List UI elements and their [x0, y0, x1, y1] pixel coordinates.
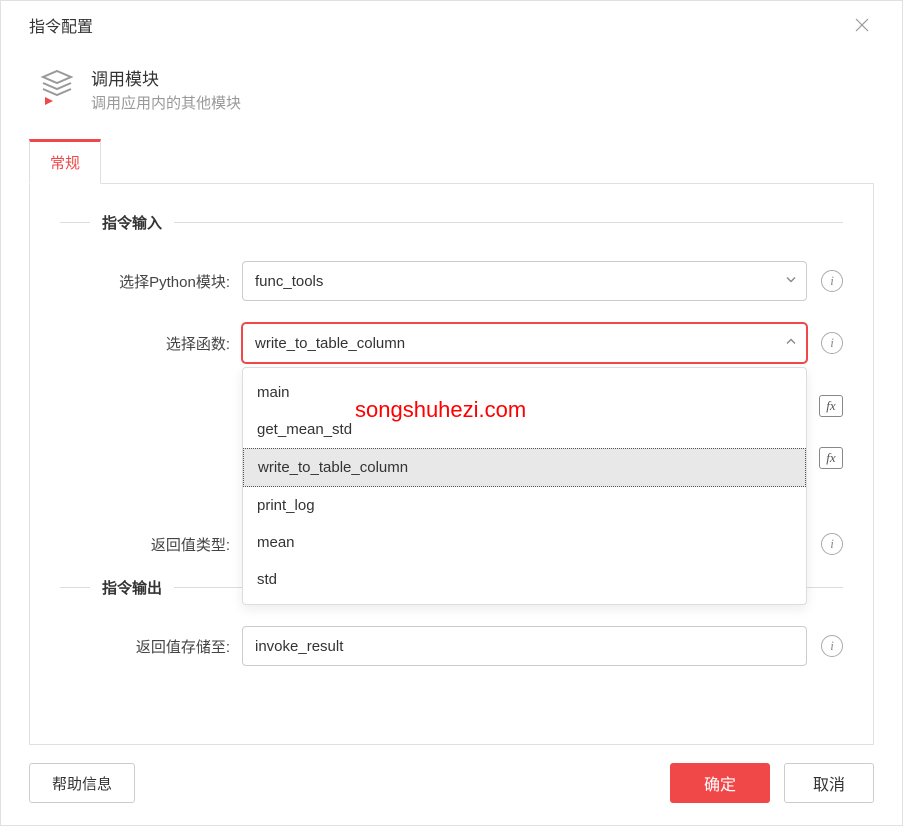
hidden-row-fx-1: fx — [805, 395, 843, 417]
fx-icon[interactable]: fx — [819, 395, 843, 417]
python-module-label: 选择Python模块: — [60, 271, 230, 292]
row-return-store: 返回值存储至: i — [60, 626, 843, 666]
function-label: 选择函数: — [60, 333, 230, 354]
close-icon — [854, 17, 870, 33]
function-select[interactable]: write_to_table_column — [242, 323, 807, 363]
chevron-down-icon — [785, 273, 797, 290]
option-print-log[interactable]: print_log — [243, 487, 806, 524]
dialog-footer: 帮助信息 确定 取消 — [1, 745, 902, 825]
close-button[interactable] — [846, 13, 878, 37]
python-module-select[interactable]: func_tools — [242, 261, 807, 301]
return-store-input[interactable] — [242, 626, 807, 666]
return-store-label: 返回值存储至: — [60, 636, 230, 657]
dialog-header: 指令配置 — [1, 1, 902, 47]
tab-general[interactable]: 常规 — [29, 139, 101, 184]
module-title: 调用模块 — [91, 65, 241, 90]
chevron-up-icon — [785, 335, 797, 352]
info-icon[interactable]: i — [821, 635, 843, 657]
cancel-button[interactable]: 取消 — [784, 763, 874, 803]
module-icon — [37, 67, 77, 107]
function-value: write_to_table_column — [255, 335, 405, 352]
module-description: 调用应用内的其他模块 — [91, 92, 241, 113]
section-input-label: 指令输入 — [102, 212, 162, 233]
info-icon[interactable]: i — [821, 270, 843, 292]
tab-panel: 指令输入 选择Python模块: func_tools i 选择函数: writ… — [29, 183, 874, 745]
section-output-label: 指令输出 — [102, 577, 162, 598]
module-info: 调用模块 调用应用内的其他模块 — [1, 47, 902, 125]
fx-icon[interactable]: fx — [819, 447, 843, 469]
row-python-module: 选择Python模块: func_tools i — [60, 261, 843, 301]
dialog: 指令配置 调用模块 调用应用内的其他模块 常规 指令输入 — [0, 0, 903, 826]
row-function: 选择函数: write_to_table_column main get_mea… — [60, 323, 843, 363]
option-get-mean-std[interactable]: get_mean_std — [243, 411, 806, 448]
ok-button[interactable]: 确定 — [670, 763, 770, 803]
hidden-row-fx-2: fx — [805, 447, 843, 469]
info-icon[interactable]: i — [821, 332, 843, 354]
section-input-header: 指令输入 — [60, 212, 843, 233]
info-icon[interactable]: i — [821, 533, 843, 555]
option-write-to-table-column[interactable]: write_to_table_column — [243, 448, 806, 487]
tabs: 常规 — [1, 139, 902, 184]
option-std[interactable]: std — [243, 561, 806, 598]
option-main[interactable]: main — [243, 374, 806, 411]
return-type-label: 返回值类型: — [60, 534, 230, 555]
option-mean[interactable]: mean — [243, 524, 806, 561]
dialog-title: 指令配置 — [29, 13, 93, 37]
function-dropdown: main get_mean_std write_to_table_column … — [242, 367, 807, 605]
python-module-value: func_tools — [255, 273, 323, 290]
help-button[interactable]: 帮助信息 — [29, 763, 135, 803]
